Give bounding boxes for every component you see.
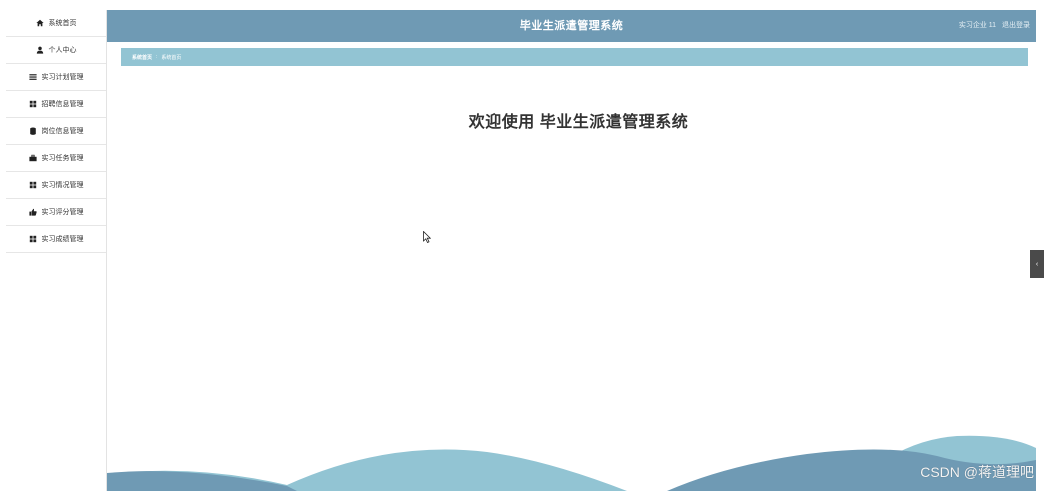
breadcrumb: 系统首页 : 系统首页 (121, 48, 1028, 66)
breadcrumb-item-current: 系统首页 (161, 54, 182, 61)
sidebar-item-label: 个人中心 (48, 47, 77, 54)
sidebar-item-evaluation[interactable]: 实习评分管理 (6, 199, 106, 226)
sidebar-item-tasks[interactable]: 实习任务管理 (6, 145, 106, 172)
user-name: 实习企业 11 (958, 22, 997, 29)
sidebar-item-status[interactable]: 实习情况管理 (6, 172, 106, 199)
sidebar-item-label: 实习计划管理 (41, 74, 84, 81)
logout-button[interactable]: 退出登录 (1002, 22, 1030, 29)
top-header: 毕业生派遣管理系统 实习企业 11 退出登录 (107, 10, 1036, 42)
collapse-panel-button[interactable]: ‹ (1030, 250, 1044, 278)
sidebar-item-label: 实习情况管理 (41, 182, 84, 189)
sidebar-item-recruitment[interactable]: 招聘信息管理 (6, 91, 106, 118)
user-area: 实习企业 11 退出登录 (955, 10, 1030, 42)
breadcrumb-item-home[interactable]: 系统首页 (132, 54, 152, 61)
sidebar-item-label: 岗位信息管理 (41, 128, 84, 135)
list-icon (28, 73, 37, 81)
sidebar-item-label: 招聘信息管理 (41, 101, 84, 108)
sidebar-item-profile[interactable]: 个人中心 (6, 37, 106, 64)
grid-icon (29, 235, 37, 243)
grid-icon (29, 181, 37, 189)
breadcrumb-separator: : (156, 54, 158, 60)
user-icon (36, 46, 44, 54)
chevron-left-icon: ‹ (1035, 260, 1039, 268)
sidebar: 系统首页 个人中心 实习计划管理 招聘信息管理 岗位信息管理 实习任务管理 实习… (6, 10, 107, 491)
app-title: 毕业生派遣管理系统 (519, 20, 624, 32)
home-icon (35, 19, 44, 27)
thumbs-up-icon (28, 208, 37, 216)
database-icon (29, 127, 37, 135)
mouse-cursor-icon (423, 231, 431, 243)
sidebar-item-positions[interactable]: 岗位信息管理 (6, 118, 106, 145)
sidebar-item-label: 系统首页 (48, 20, 77, 27)
grid-icon (29, 100, 37, 108)
sidebar-item-label: 实习任务管理 (41, 155, 84, 162)
sidebar-item-label: 实习成绩管理 (41, 236, 84, 243)
welcome-heading: 欢迎使用 毕业生派遣管理系统 (468, 114, 689, 131)
decorative-waves (107, 435, 1036, 491)
watermark-text: CSDN @蒋道理吧 (920, 464, 1034, 480)
sidebar-item-home[interactable]: 系统首页 (6, 10, 106, 37)
sidebar-item-grades[interactable]: 实习成绩管理 (6, 226, 106, 253)
briefcase-icon (28, 154, 37, 162)
sidebar-item-label: 实习评分管理 (41, 209, 84, 216)
sidebar-item-internship-plan[interactable]: 实习计划管理 (6, 64, 106, 91)
